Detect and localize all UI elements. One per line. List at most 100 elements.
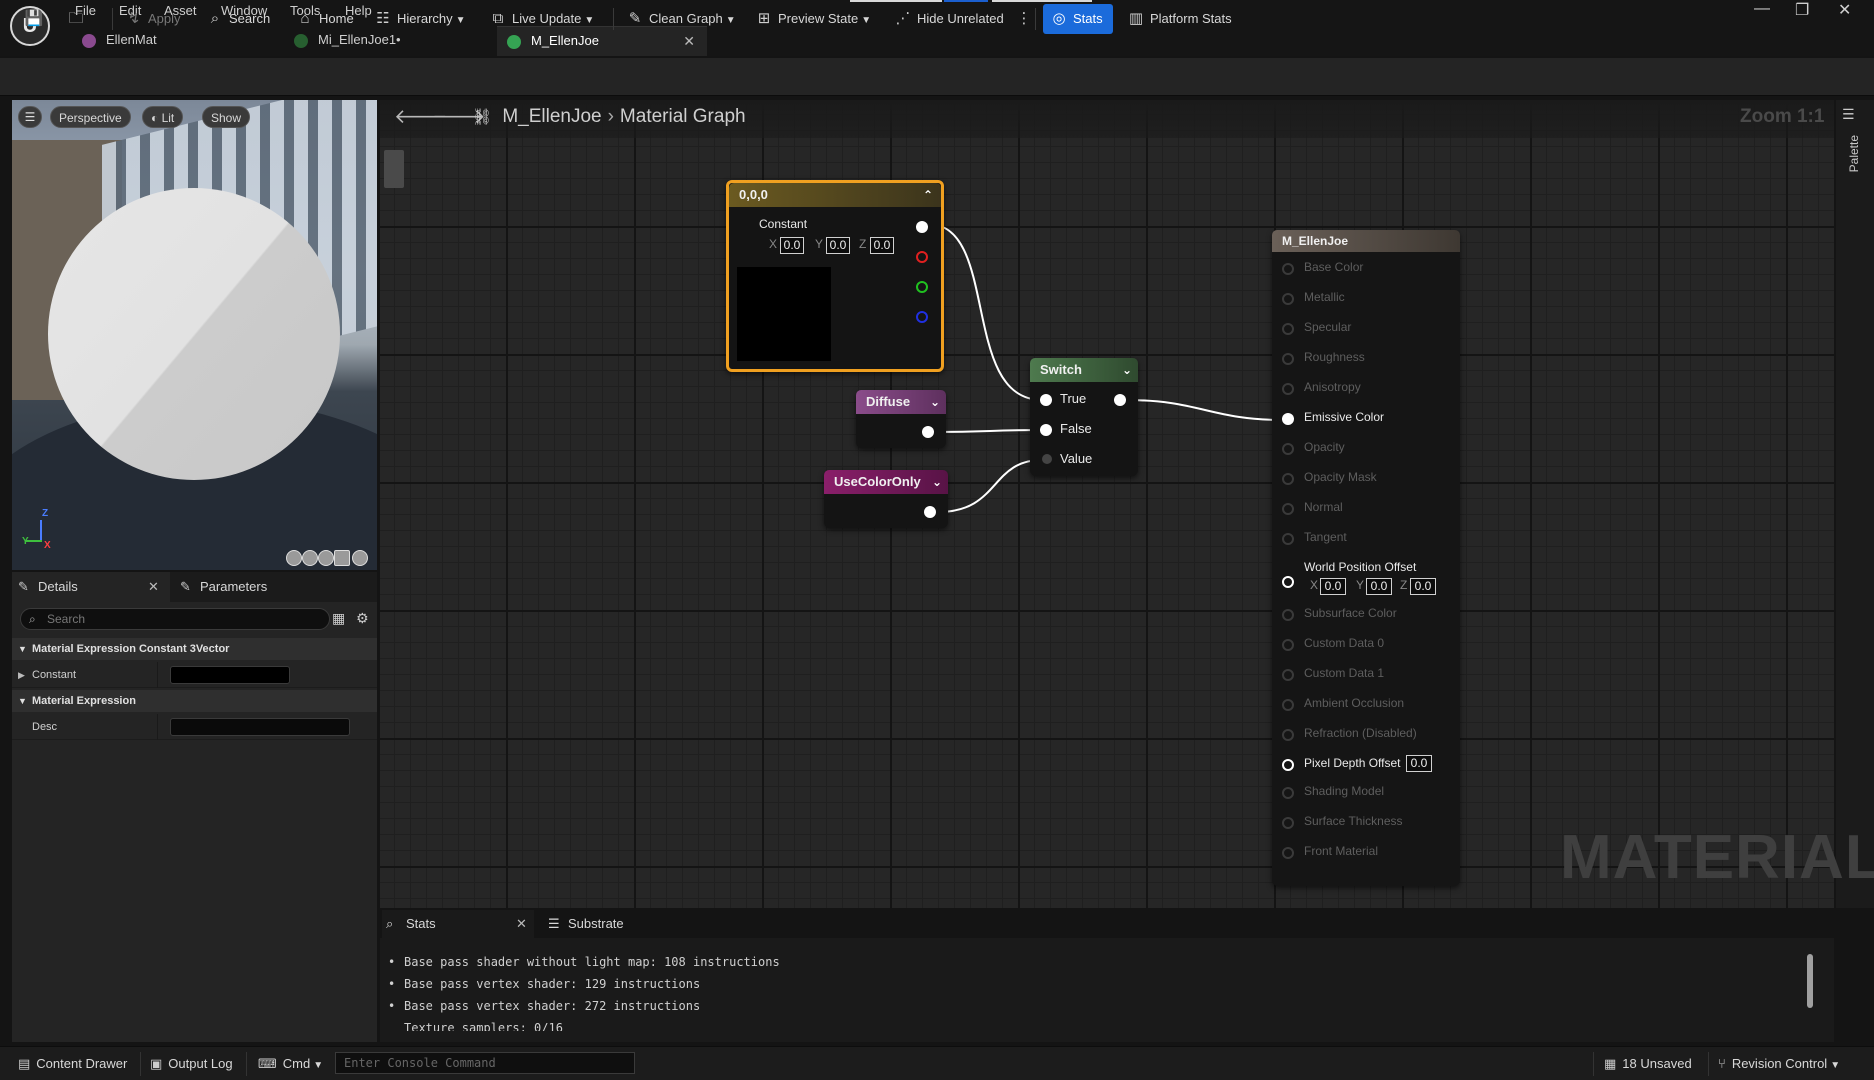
input-label: Shading Model	[1304, 784, 1385, 798]
y-label: Y	[815, 237, 824, 251]
input-label: Subsurface Color	[1304, 606, 1397, 620]
divider	[1593, 1052, 1594, 1076]
terminal-icon: ⌨	[258, 1056, 277, 1071]
tab-substrate-label: Substrate	[568, 916, 624, 931]
x-value-input[interactable]: 0.0	[780, 237, 804, 254]
revision-control-label: Revision Control	[1731, 1056, 1828, 1071]
input-pin[interactable]	[1282, 503, 1294, 515]
input-label: Custom Data 1	[1304, 666, 1385, 680]
substrate-icon: ☰	[548, 916, 560, 931]
wire-usecoloronly-to-value	[937, 459, 1043, 513]
input-label: Metallic	[1304, 290, 1345, 304]
input-pin[interactable]	[1282, 353, 1294, 365]
usecoloronly-node[interactable]: UseColorOnly ⌄	[824, 470, 948, 528]
input-pin[interactable]	[1282, 263, 1294, 275]
wpo-x-input[interactable]: 0.0	[1320, 578, 1346, 595]
input-pin[interactable]	[1282, 443, 1294, 455]
content-drawer-label: Content Drawer	[36, 1056, 128, 1071]
input-pin[interactable]	[1282, 669, 1294, 681]
input-pin-value[interactable]	[1042, 454, 1052, 464]
input-pin[interactable]	[1282, 699, 1294, 711]
input-pin[interactable]	[1282, 413, 1294, 425]
wpo-z-input[interactable]: 0.0	[1410, 578, 1436, 595]
chevron-down-icon[interactable]: ⌄	[1122, 358, 1132, 382]
input-label: Tangent	[1304, 530, 1347, 544]
switch-node[interactable]: Switch ⌄ True False Value	[1030, 358, 1138, 476]
stats-icon: ⌕	[386, 916, 394, 931]
editor-window: U File Edit Asset Window Tools Help Elle…	[0, 0, 1874, 1080]
cmd-label: Cmd	[282, 1056, 311, 1071]
input-pin-false[interactable]	[1040, 424, 1052, 436]
cmd-dropdown[interactable]: ⌨ Cmd ▼	[258, 1052, 323, 1076]
color-preview	[737, 267, 831, 361]
z-value-input[interactable]: 0.0	[870, 237, 894, 254]
input-pin[interactable]	[1282, 383, 1294, 395]
divider	[246, 1052, 247, 1076]
chevron-down-icon: ▼	[1830, 1060, 1841, 1071]
chevron-down-icon[interactable]: ⌄	[930, 390, 940, 414]
divider	[1708, 1052, 1709, 1076]
output-pin-b[interactable]	[916, 311, 928, 323]
output-log-button[interactable]: ▣ Output Log	[150, 1052, 233, 1076]
output-pin[interactable]	[922, 426, 934, 438]
tab-substrate[interactable]: ☰ Substrate	[544, 910, 644, 938]
y-value-input[interactable]: 0.0	[826, 237, 850, 254]
content-drawer-button[interactable]: ▤ Content Drawer	[18, 1052, 127, 1076]
input-pin[interactable]	[1282, 473, 1294, 485]
output-pin-g[interactable]	[916, 281, 928, 293]
output-label: Constant	[759, 217, 808, 231]
pixel-depth-offset-input[interactable]: 0.0	[1406, 755, 1432, 772]
node-header: 0,0,0 ⌃	[729, 183, 941, 207]
node-header: Switch ⌄	[1030, 358, 1138, 382]
node-header: Diffuse ⌄	[856, 390, 946, 414]
chevron-down-icon[interactable]: ⌄	[932, 470, 942, 494]
input-pin[interactable]	[1282, 729, 1294, 741]
input-label: World Position Offset	[1304, 560, 1417, 574]
input-pin[interactable]	[1282, 817, 1294, 829]
unsaved-button[interactable]: ▦ 18 Unsaved	[1604, 1052, 1692, 1076]
node-title: Switch	[1040, 362, 1082, 377]
input-label: Opacity Mask	[1304, 470, 1377, 484]
output-pin[interactable]	[924, 506, 936, 518]
revision-control-button[interactable]: ⑂ Revision Control ▼	[1718, 1052, 1840, 1076]
input-label: Roughness	[1304, 350, 1365, 364]
console-command-input[interactable]: Enter Console Command	[335, 1052, 635, 1074]
input-pin[interactable]	[1282, 639, 1294, 651]
input-label: Emissive Color	[1304, 410, 1385, 424]
output-pin[interactable]	[1114, 394, 1126, 406]
node-title: UseColorOnly	[834, 474, 921, 489]
material-result-node[interactable]: M_EllenJoe Base Color Metallic Specular Rou…	[1272, 230, 1460, 886]
stats-scrollbar[interactable]	[1807, 954, 1813, 1008]
wpo-y-input[interactable]: 0.0	[1366, 578, 1392, 595]
input-pin[interactable]	[1282, 533, 1294, 545]
output-pin-rgb[interactable]	[916, 221, 928, 233]
input-label-false: False	[1060, 421, 1092, 436]
chevron-down-icon: ▼	[313, 1060, 324, 1071]
constant3vector-node[interactable]: 0,0,0 ⌃ Constant X 0.0 Y 0.0 Z 0.0	[726, 180, 944, 372]
input-pin[interactable]	[1282, 323, 1294, 335]
input-pin-true[interactable]	[1040, 394, 1052, 406]
content-drawer-icon: ▤	[18, 1056, 31, 1071]
input-pin[interactable]	[1282, 759, 1294, 771]
stat-line: Base pass shader without light map: 108 …	[388, 955, 780, 969]
tab-stats[interactable]: ⌕ Stats ✕	[382, 910, 534, 938]
input-label: Ambient Occlusion	[1304, 696, 1405, 710]
close-icon[interactable]: ✕	[516, 910, 527, 938]
input-pin[interactable]	[1282, 609, 1294, 621]
node-title: 0,0,0	[739, 187, 768, 202]
input-label: Base Color	[1304, 260, 1364, 274]
input-label-value: Value	[1060, 451, 1093, 466]
x-label: X	[1310, 578, 1319, 592]
input-pin[interactable]	[1282, 787, 1294, 799]
z-label: Z	[1400, 578, 1408, 592]
input-pin[interactable]	[1282, 847, 1294, 859]
stat-line: Base pass vertex shader: 272 instruction…	[388, 999, 700, 1013]
output-log-icon: ▣	[150, 1056, 163, 1071]
chevron-up-icon[interactable]: ⌃	[923, 183, 933, 207]
input-pin[interactable]	[1282, 293, 1294, 305]
input-label: Custom Data 0	[1304, 636, 1385, 650]
diffuse-node[interactable]: Diffuse ⌄	[856, 390, 946, 448]
revision-control-icon: ⑂	[1718, 1056, 1726, 1071]
input-pin[interactable]	[1282, 576, 1294, 588]
output-pin-r[interactable]	[916, 251, 928, 263]
